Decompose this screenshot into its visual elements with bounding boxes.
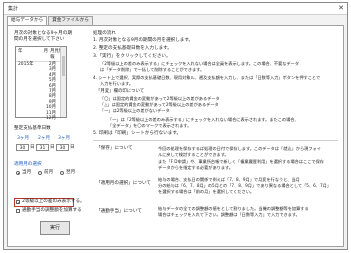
info-text-save-2: ルに戻して検討することができます。 xyxy=(158,152,229,157)
list-item-year xyxy=(18,116,38,121)
list-header-month: 月 xyxy=(43,49,49,54)
step-4-cont: 入力を行います。 xyxy=(100,81,134,86)
date-header-2: 2ヶ月 xyxy=(38,136,51,141)
diff-only-checkbox[interactable]: ✓ xyxy=(16,200,20,205)
date-header-1: 3ヶ月 xyxy=(17,136,30,141)
instruction-line-2: 間の月を選択して下さい xyxy=(14,37,65,42)
date-section-label: 整定支払基準日数 xyxy=(14,126,51,131)
radio-prev-label: 前月 xyxy=(44,170,54,175)
list-scrollbar[interactable] xyxy=(60,47,66,117)
commute-label: 通勤手当の調整額を加算する xyxy=(22,208,82,213)
mark-note-2: 「全データ」を〇のマークで表示されます。 xyxy=(108,123,192,128)
scroll-thumb[interactable] xyxy=(61,56,65,76)
days-unit-1: 日 xyxy=(30,145,35,150)
list-item-month: 12月 xyxy=(46,116,56,122)
mark-dash: 「一」は2等級以上の差がないデータ xyxy=(100,108,170,113)
days-input-3[interactable]: 30 xyxy=(56,144,69,151)
radio-current-month[interactable] xyxy=(16,171,20,175)
days-unit-3: 日 xyxy=(70,145,75,150)
diff-only-label: 2等級以上の差のみ表示する。 xyxy=(22,199,85,204)
tab-strip: 給与データから 貸金ファイルから xyxy=(7,16,94,26)
info-text-save-4: データからを指定する必要があります。 xyxy=(158,165,233,170)
flow-heading: 処理の流れ xyxy=(93,31,116,36)
days-input-1[interactable]: 30 xyxy=(16,144,29,151)
dialog-window: 集計 ✕ 給与データから 貸金ファイルから 月次の対象となる9ヶ月の期 間の月を選… xyxy=(3,2,348,250)
close-icon[interactable]: ✕ xyxy=(338,4,344,12)
info-label-apply: 「適用月の選択」について xyxy=(96,181,151,186)
window-title: 集計 xyxy=(8,6,19,12)
radio-prev-month[interactable] xyxy=(38,171,42,175)
execute-button[interactable]: 実行 xyxy=(40,221,70,235)
separator xyxy=(93,140,338,141)
date-header-3: 3ヶ月 xyxy=(58,136,71,141)
step-5: 5. 印刷は「印刷」シートから行ないます。 xyxy=(93,131,182,136)
month-listbox[interactable]: 年 月 月見情報 2015年 2月 3月 4月 5月 6月 7月 8月 9月 10… xyxy=(15,46,67,121)
step-3-note-2: は「データ削除」で一括して削除することができます。 xyxy=(100,67,205,72)
list-header-year: 年 xyxy=(18,49,23,54)
list-item[interactable]: 12月 xyxy=(16,116,66,121)
step-3: 3.「実行」をクリックしてください。 xyxy=(93,54,171,59)
days-input-2[interactable]: 31 xyxy=(36,144,49,151)
days-unit-2: 日 xyxy=(50,145,55,150)
info-text-commute-2: 場合はチェックを入れて下さい。調整額は「日数等入力」で入力できます。 xyxy=(158,212,300,217)
radio-next-label: 翌月 xyxy=(66,170,76,175)
tab-wage-file[interactable]: 貸金ファイルから xyxy=(48,16,93,25)
radio-next-month[interactable] xyxy=(60,171,64,175)
list-header: 年 月 月見情報 xyxy=(16,47,66,62)
tab-panel: 月次の対象となる9ヶ月の期 間の月を選択して下さい 年 月 月見情報 2015年… xyxy=(7,25,344,247)
apply-month-label: 適用月の選択 xyxy=(14,162,42,167)
info-label-commute: 「通勤手当」について xyxy=(96,209,142,214)
commute-checkbox[interactable] xyxy=(16,209,20,213)
title-bar: 集計 ✕ xyxy=(4,3,347,15)
info-label-save: 「保存」について xyxy=(96,146,133,151)
step-1: 1. 月次対象となる9月の期間の月を選択します。 xyxy=(93,38,194,43)
info-text-apply-3: を選択する場合は「前の月」を選択してください。 xyxy=(158,189,255,194)
step-2: 2. 整定の支払基礎日数を入力します。 xyxy=(93,46,172,51)
radio-current-label: 当月 xyxy=(22,170,32,175)
mark-heading: 「月変」欄の印について xyxy=(96,89,145,94)
